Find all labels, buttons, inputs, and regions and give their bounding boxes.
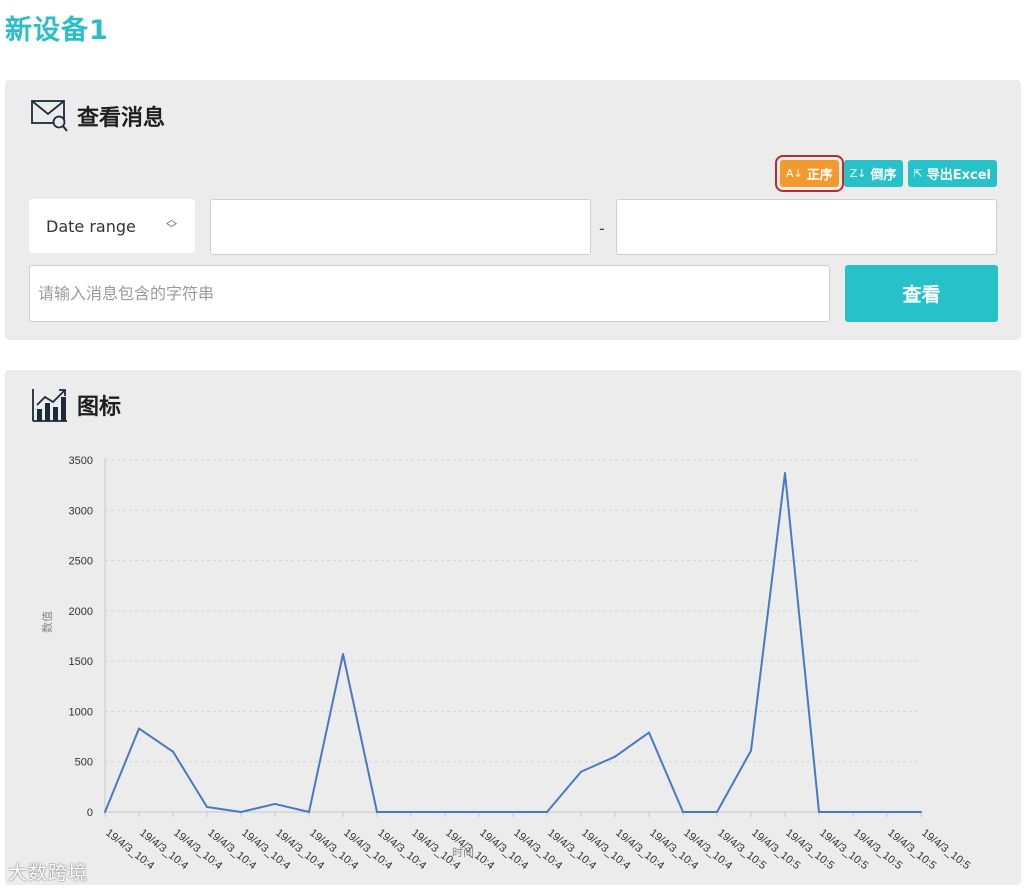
data-point bbox=[444, 811, 446, 813]
sort-ascending-button[interactable]: A↓ 正序 bbox=[775, 155, 844, 192]
data-point bbox=[104, 811, 106, 813]
date-to-input[interactable] bbox=[616, 199, 997, 255]
sort-descending-icon: Z↓ bbox=[849, 167, 867, 180]
y-tick-label: 1500 bbox=[69, 656, 93, 668]
data-point bbox=[716, 811, 718, 813]
data-point bbox=[580, 770, 582, 773]
y-tick-label: 2000 bbox=[69, 606, 93, 618]
date-range-select[interactable]: Date range ︿ ﹀ bbox=[29, 199, 195, 253]
x-axis-label: 时间 bbox=[452, 846, 474, 859]
date-separator: - bbox=[599, 219, 605, 238]
message-panel-title: 查看消息 bbox=[77, 106, 166, 131]
date-from-input[interactable] bbox=[210, 199, 591, 255]
data-point bbox=[512, 811, 514, 813]
data-point bbox=[750, 749, 752, 752]
data-point bbox=[648, 731, 650, 734]
data-point bbox=[172, 750, 174, 753]
data-point bbox=[614, 755, 616, 758]
export-excel-label: 导出Excel bbox=[926, 168, 991, 183]
data-point bbox=[342, 653, 344, 656]
data-point bbox=[206, 805, 208, 808]
data-point bbox=[920, 811, 922, 813]
data-point bbox=[546, 811, 548, 813]
select-chevron-icon: ︿ ﹀ bbox=[166, 213, 177, 235]
line-chart: 050010001500200025003000350019/4/3_10:41… bbox=[41, 455, 972, 872]
data-point bbox=[818, 811, 820, 813]
message-panel: 查看消息 A↓ 正序 Z↓ 倒序 ⇱ 导出Excel Date range ︿ ﹀… bbox=[5, 80, 1021, 340]
data-point bbox=[852, 811, 854, 813]
export-excel-button[interactable]: ⇱ 导出Excel bbox=[907, 160, 997, 187]
data-point bbox=[138, 727, 140, 730]
watermark: 大数跨境 bbox=[8, 862, 89, 884]
sort-toolbar: A↓ 正序 Z↓ 倒序 ⇱ 导出Excel bbox=[775, 155, 997, 192]
mail-search-icon bbox=[31, 100, 68, 132]
y-tick-label: 3000 bbox=[69, 505, 93, 517]
y-tick-label: 1000 bbox=[69, 706, 93, 718]
export-icon: ⇱ bbox=[913, 167, 923, 180]
message-search-input[interactable] bbox=[29, 265, 830, 322]
sort-descending-label: 倒序 bbox=[870, 168, 897, 183]
y-tick-label: 3500 bbox=[69, 455, 93, 467]
data-point bbox=[240, 811, 242, 813]
data-point bbox=[410, 811, 412, 813]
chart-panel: 图标 0 500 1000 1500 2000 2500 3000 3500 19/4/3_10… bbox=[5, 370, 1021, 885]
data-point bbox=[478, 811, 480, 813]
y-tick-label: 0 bbox=[87, 807, 93, 819]
data-point bbox=[784, 472, 786, 475]
y-tick-label: 2500 bbox=[69, 556, 93, 568]
y-axis-label: 数值 bbox=[41, 611, 54, 633]
date-range-label: Date range bbox=[46, 216, 136, 236]
sort-ascending-label: 正序 bbox=[806, 168, 833, 183]
sort-descending-button[interactable]: Z↓ 倒序 bbox=[843, 160, 903, 187]
y-tick-label: 500 bbox=[75, 757, 93, 769]
view-button[interactable]: 查看 bbox=[845, 265, 998, 322]
sort-ascending-icon: A↓ bbox=[785, 167, 803, 180]
data-point bbox=[886, 811, 888, 813]
page-title: 新设备1 bbox=[5, 15, 109, 46]
data-point bbox=[274, 802, 276, 805]
series-line bbox=[104, 472, 921, 813]
message-panel-header: 查看消息 bbox=[31, 98, 165, 134]
data-point bbox=[308, 811, 310, 813]
data-point bbox=[682, 811, 684, 813]
data-point bbox=[376, 811, 378, 813]
